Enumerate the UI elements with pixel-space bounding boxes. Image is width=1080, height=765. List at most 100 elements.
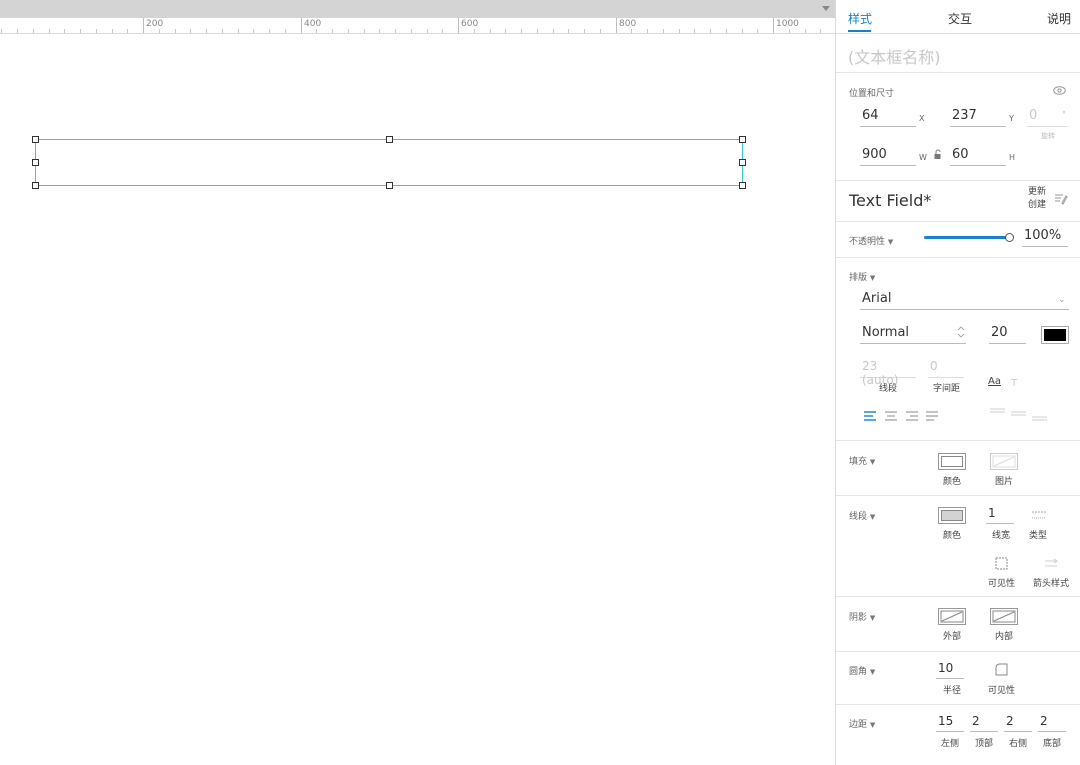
stroke-width-input[interactable]: 1 (986, 506, 1014, 524)
rotation-input[interactable]: 0 (1027, 108, 1067, 127)
ruler-tick (348, 29, 349, 33)
ruler-tick (206, 29, 207, 33)
opacity-input[interactable]: 100% (1022, 228, 1068, 247)
y-position-input[interactable]: 237 (950, 108, 1006, 127)
height-input[interactable]: 60 (950, 147, 1006, 166)
width-unit-label: W (919, 153, 927, 162)
stroke-visibility-icon[interactable] (995, 557, 1008, 570)
tab-notes[interactable]: 说明 (1047, 10, 1071, 27)
ruler-tick (757, 29, 758, 33)
font-weight-select[interactable]: Normal (860, 325, 966, 344)
spinner-icon[interactable] (957, 325, 965, 339)
resize-handle-ne[interactable] (739, 136, 746, 143)
lock-icon[interactable] (933, 149, 943, 160)
ruler-tick (269, 29, 270, 33)
stroke-label-text: 线段 (849, 512, 868, 522)
stroke-color-swatch[interactable] (938, 507, 966, 524)
font-size-input[interactable]: 20 (989, 325, 1026, 344)
resize-handle-nw[interactable] (32, 136, 39, 143)
align-center-icon[interactable] (885, 411, 898, 421)
padding-top-input[interactable]: 2 (970, 714, 998, 732)
resize-handle-se[interactable] (739, 182, 746, 189)
resize-handle-sw[interactable] (32, 182, 39, 189)
ruler-tick (379, 29, 380, 33)
padding-bottom-input[interactable]: 2 (1038, 714, 1066, 732)
stroke-type-icon[interactable] (1032, 510, 1046, 520)
ruler-tick (80, 29, 81, 33)
font-family-select[interactable]: Arial (860, 291, 1069, 310)
tab-interaction[interactable]: 交互 (948, 10, 972, 27)
ruler-tick (285, 29, 286, 33)
fill-image-button[interactable] (990, 453, 1018, 470)
ruler-tick (647, 29, 648, 33)
x-position-input[interactable]: 64 (860, 108, 916, 127)
valign-middle-icon[interactable] (1011, 408, 1026, 420)
opacity-slider-thumb[interactable] (1005, 233, 1014, 242)
align-left-icon[interactable] (864, 411, 877, 421)
ruler-tick (143, 18, 144, 33)
ruler-tick (458, 18, 459, 33)
update-create-style-button[interactable]: 更新 创建 (1028, 186, 1046, 212)
ruler-tick (474, 29, 475, 33)
ruler-tick (773, 18, 774, 33)
typography-label-text: 排版 (849, 273, 868, 283)
edit-style-icon[interactable] (1054, 193, 1068, 205)
ruler-tick (411, 29, 412, 33)
ruler-label: 400 (304, 19, 322, 29)
ruler-tick (805, 29, 806, 33)
align-justify-icon[interactable] (926, 411, 939, 421)
eye-icon[interactable] (1053, 86, 1066, 95)
resize-handle-e[interactable] (739, 159, 746, 166)
horizontal-ruler: 200 400 600 800 1000 (0, 18, 835, 34)
widget-name-input[interactable]: (文本框名称) (848, 44, 941, 68)
degree-unit: ° (1062, 110, 1066, 119)
width-input[interactable]: 900 (860, 147, 916, 166)
corner-visibility-label: 可见性 (988, 686, 1016, 696)
align-right-icon[interactable] (906, 411, 919, 421)
corner-visibility-icon[interactable] (995, 663, 1008, 676)
tab-style[interactable]: 样式 (848, 10, 872, 27)
ruler-tick (64, 29, 65, 33)
valign-top-icon[interactable] (990, 408, 1005, 418)
arrow-style-icon[interactable] (1044, 557, 1058, 570)
ruler-tick (631, 29, 632, 33)
corner-radius-input[interactable]: 10 (936, 661, 964, 679)
design-canvas[interactable]: 200 400 600 800 1000 (0, 0, 835, 765)
outer-shadow-button[interactable] (938, 608, 966, 625)
valign-bottom-icon[interactable] (1032, 408, 1047, 422)
ruler-tick (175, 29, 176, 33)
selected-text-field[interactable] (32, 136, 746, 189)
shadow-label: 阴影 ▼ (849, 613, 876, 623)
fill-color-swatch[interactable] (938, 453, 966, 470)
ruler-tick (238, 29, 239, 33)
text-shadow-icon[interactable]: T (1011, 378, 1017, 389)
x-unit-label: X (919, 114, 925, 123)
ruler-tick (127, 29, 128, 33)
char-spacing-input[interactable]: 0 (928, 359, 964, 378)
inner-shadow-button[interactable] (990, 608, 1018, 625)
ruler-tick (112, 29, 113, 33)
font-color-swatch[interactable] (1041, 326, 1069, 344)
opacity-slider-track[interactable] (924, 236, 1010, 239)
ruler-tick (490, 29, 491, 33)
resize-handle-n[interactable] (386, 136, 393, 143)
ruler-tick (726, 29, 727, 33)
position-size-label: 位置和尺寸 (849, 89, 895, 99)
opacity-label: 不透明性 ▼ (849, 237, 894, 247)
y-unit-label: Y (1009, 114, 1014, 123)
chevron-down-icon[interactable] (822, 6, 830, 11)
ruler-tick (395, 29, 396, 33)
ruler-tick (33, 29, 34, 33)
ruler-tick (190, 29, 191, 33)
canvas-top-bar (0, 0, 835, 18)
resize-handle-w[interactable] (32, 159, 39, 166)
padding-right-input[interactable]: 2 (1004, 714, 1032, 732)
line-spacing-input[interactable]: 23 (auto) (860, 359, 916, 387)
resize-handle-s[interactable] (386, 182, 393, 189)
padding-left-input[interactable]: 15 (936, 714, 964, 732)
ruler-tick (17, 29, 18, 33)
style-name-dropdown[interactable]: Text Field* (849, 191, 931, 210)
chevron-down-icon[interactable]: ⌄ (1058, 295, 1066, 305)
active-tab-indicator (848, 30, 871, 32)
text-options-aa-icon[interactable]: Aa (988, 376, 1001, 387)
